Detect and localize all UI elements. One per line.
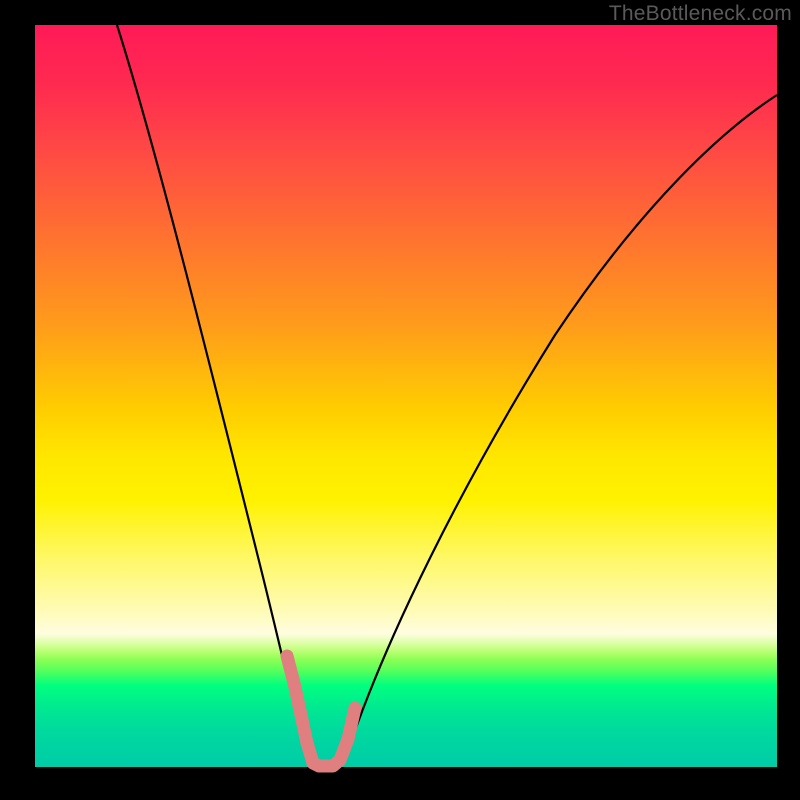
- chart-frame: TheBottleneck.com: [0, 0, 800, 800]
- watermark-text: TheBottleneck.com: [609, 2, 792, 26]
- curve-layer: [35, 25, 777, 767]
- highlight-segment: [287, 656, 355, 766]
- bottleneck-curve: [117, 25, 777, 767]
- plot-area: [35, 25, 777, 767]
